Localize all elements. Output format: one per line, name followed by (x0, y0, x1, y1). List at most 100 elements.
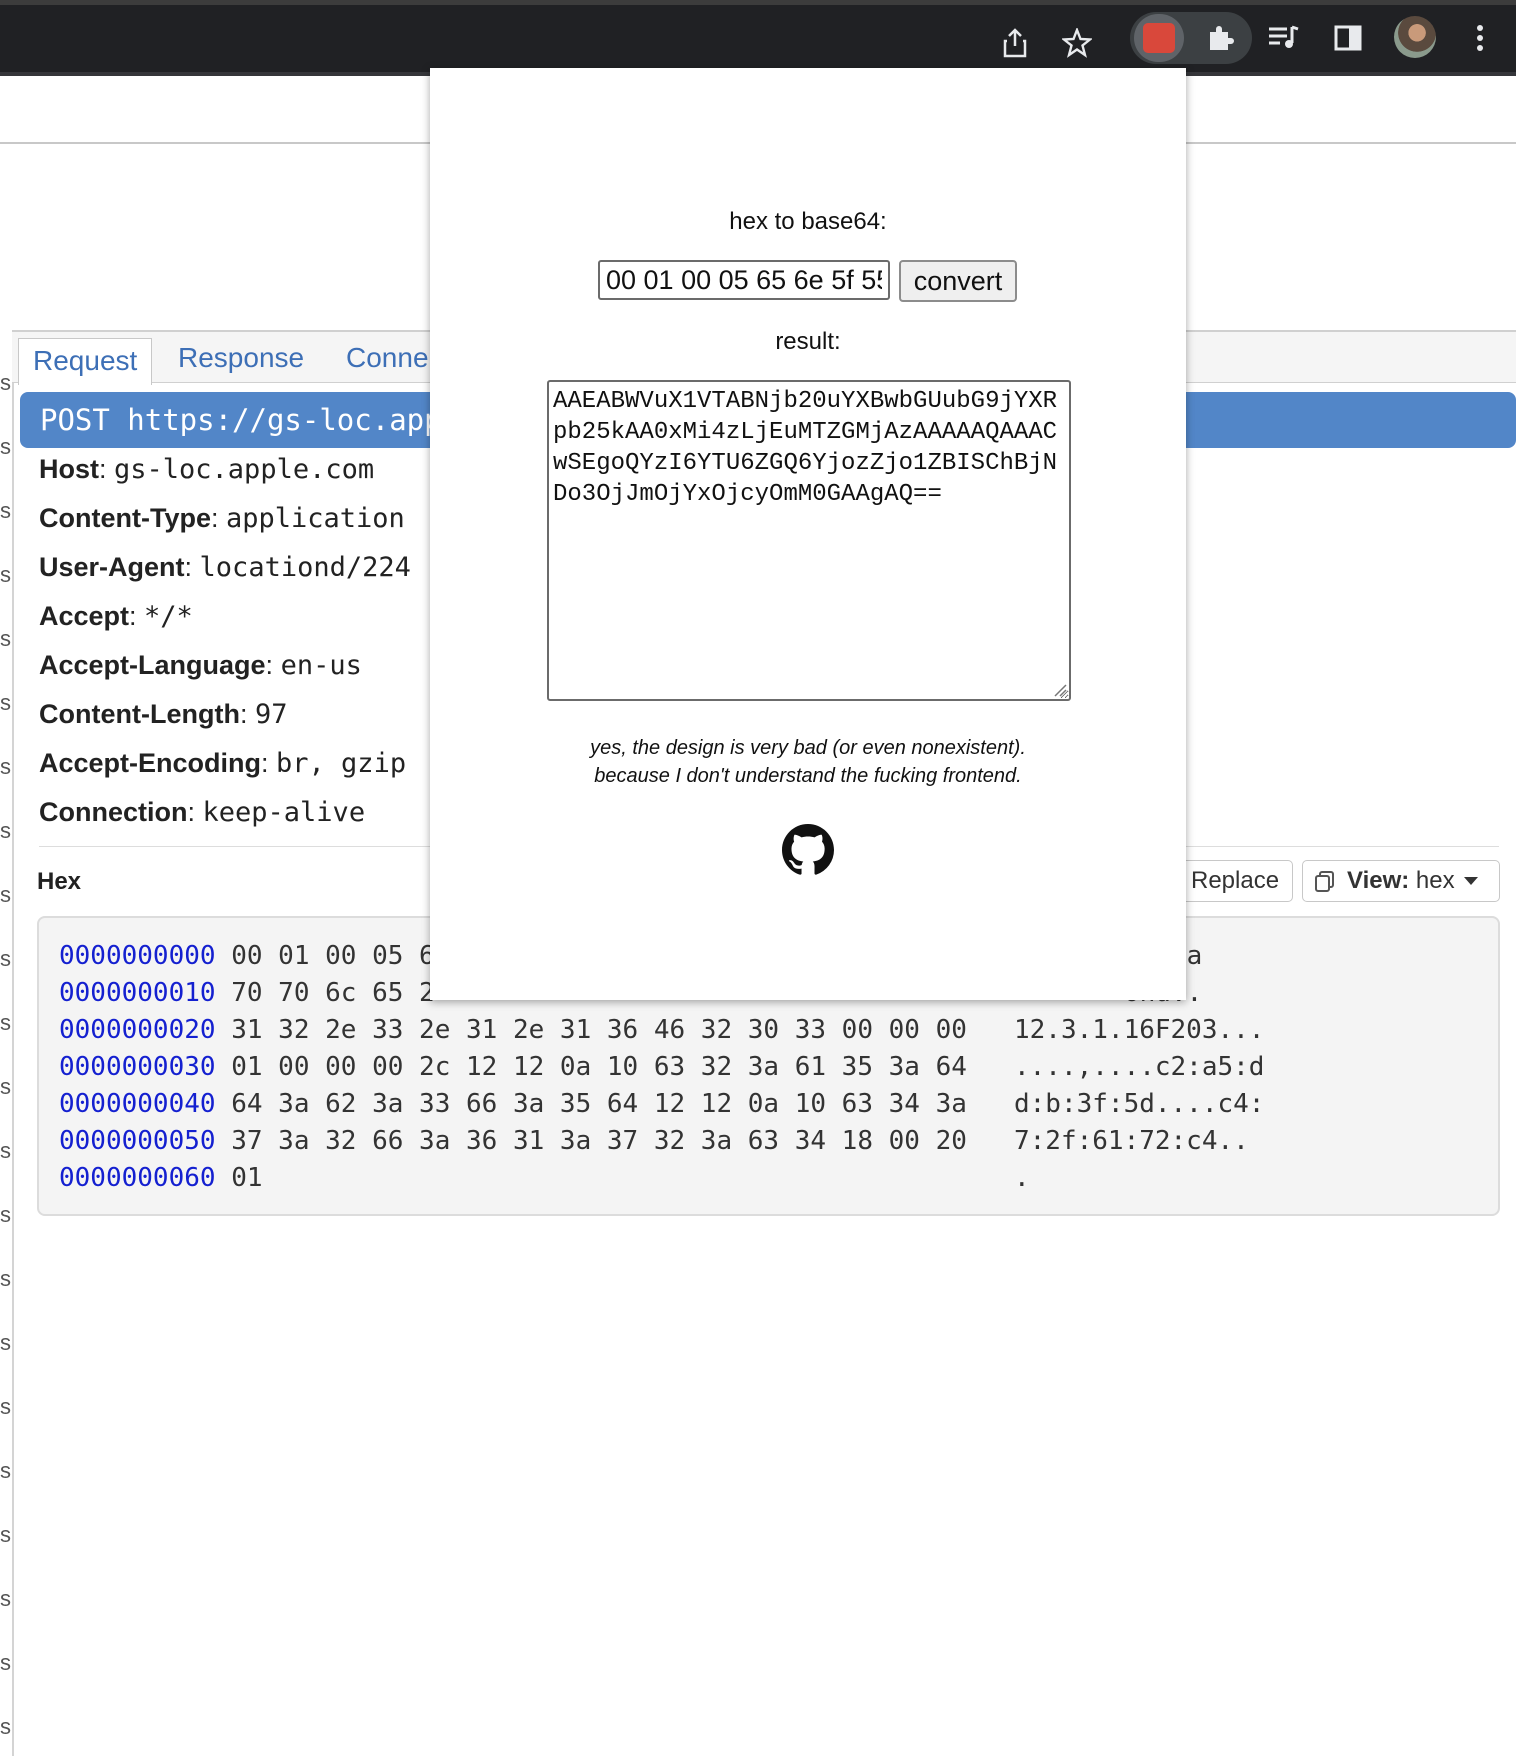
list-edge-glyph: s (0, 1010, 11, 1035)
side-panel-icon[interactable] (1328, 18, 1368, 58)
puzzle-icon[interactable] (1200, 18, 1240, 58)
list-edge-glyph: s (0, 1650, 11, 1675)
hex-row: 0000000060 01 (59, 1160, 263, 1196)
left-list-strip: s s s s s s s s s s s s s s s s s s s s … (0, 330, 14, 1756)
hex-ascii: d:b:3f:5d....c4: (1014, 1089, 1265, 1119)
disclaimer-note: yes, the design is very bad (or even non… (430, 734, 1186, 790)
extension-popup: hex to base64: convert result: AAEABWVuX… (430, 68, 1186, 1000)
view-mode-dropdown[interactable]: View: hex (1302, 860, 1500, 902)
note-line: yes, the design is very bad (or even non… (590, 737, 1026, 759)
hex-ascii: . (1014, 1163, 1030, 1193)
github-icon[interactable] (782, 824, 834, 876)
hex-offset: 0000000020 (59, 1015, 216, 1045)
list-edge-glyph: s (0, 498, 11, 523)
hex-row: 0000000050 37 3a 32 66 3a 36 31 3a 37 32… (59, 1123, 967, 1159)
hex-bytes: 64 3a 62 3a 33 66 3a 35 64 12 12 0a 10 6… (231, 1089, 967, 1119)
header-row: Content-Length: 97 (39, 699, 288, 730)
header-value: br, gzip (276, 748, 407, 779)
hex-row: 0000000030 01 00 00 00 2c 12 12 0a 10 63… (59, 1049, 967, 1085)
header-value: keep-alive (202, 797, 366, 828)
header-row: User-Agent: locationd/224 (39, 552, 411, 583)
list-edge-glyph: s (0, 562, 11, 587)
hex-row: 0000000020 31 32 2e 33 2e 31 2e 31 36 46… (59, 1012, 967, 1048)
extension-red-button[interactable] (1134, 14, 1184, 62)
hex-ascii: 7:2f:61:72:c4.. (1014, 1126, 1249, 1156)
hex-input[interactable] (598, 260, 890, 300)
share-icon[interactable] (995, 23, 1035, 63)
hex-bytes: 70 70 6c 65 2 (231, 978, 435, 1008)
kebab-menu-icon[interactable] (1460, 18, 1500, 58)
tab-response[interactable]: Response (178, 342, 304, 374)
note-line: because I don't understand the fucking f… (594, 765, 1022, 787)
list-edge-glyph: s (0, 946, 11, 971)
list-edge-glyph: s (0, 690, 11, 715)
hex-bytes: 31 32 2e 33 2e 31 2e 31 36 46 32 30 33 0… (231, 1015, 967, 1045)
tab-request[interactable]: Request (18, 338, 153, 385)
hex-offset: 0000000000 (59, 941, 216, 971)
result-textarea[interactable]: AAEABWVuX1VTABNjb20uYXBwbGUubG9jYXRpb25k… (547, 380, 1071, 701)
hex-ascii: ....,....c2:a5:d (1014, 1052, 1265, 1082)
header-name: Accept (39, 601, 130, 631)
convert-button[interactable]: convert (899, 260, 1017, 302)
hex-offset: 0000000050 (59, 1126, 216, 1156)
hex-offset: 0000000040 (59, 1089, 216, 1119)
list-edge-glyph: s (0, 818, 11, 843)
header-row: Content-Type: application (39, 503, 405, 534)
list-edge-glyph: s (0, 1394, 11, 1419)
list-edge-glyph: s (0, 370, 11, 395)
hex-row: 0000000000 00 01 00 05 6 (59, 938, 435, 974)
header-name: User-Agent (39, 552, 185, 582)
media-queue-icon[interactable] (1264, 18, 1304, 58)
star-icon[interactable] (1057, 23, 1097, 63)
list-edge-glyph: s (0, 1266, 11, 1291)
extension-red-icon (1143, 23, 1175, 53)
header-value: en-us (280, 650, 362, 681)
avatar[interactable] (1394, 16, 1436, 58)
header-value: locationd/224 (199, 552, 411, 583)
hex-row: 0000000040 64 3a 62 3a 33 66 3a 35 64 12… (59, 1086, 967, 1122)
header-value: gs-loc.apple.com (114, 454, 375, 485)
list-edge-glyph: s (0, 434, 11, 459)
replace-label: Replace (1191, 867, 1280, 894)
hex-bytes: 00 01 00 05 6 (231, 941, 435, 971)
resize-grip-icon[interactable] (1053, 683, 1067, 697)
hex-row: 0000000010 70 70 6c 65 2 (59, 975, 435, 1011)
replace-button[interactable]: Replace (1180, 860, 1293, 902)
header-value: 97 (254, 699, 288, 730)
list-edge-glyph: s (0, 1522, 11, 1547)
hex-bytes: 01 (231, 1163, 263, 1193)
header-name: Accept-Language (39, 650, 266, 680)
header-name: Content-Type (39, 503, 211, 533)
header-name: Host (39, 454, 99, 484)
result-label: result: (775, 328, 841, 355)
view-label: View: (1347, 867, 1410, 894)
view-value: hex (1415, 867, 1455, 894)
list-edge-glyph: s (0, 1074, 11, 1099)
list-edge-glyph: s (0, 882, 11, 907)
header-name: Connection (39, 797, 188, 827)
list-edge-glyph: s (0, 754, 11, 779)
list-edge-glyph: s (0, 1202, 11, 1227)
header-row: Accept-Encoding: br, gzip (39, 748, 407, 779)
header-row: Accept: */* (39, 601, 193, 632)
header-row: Host: gs-loc.apple.com (39, 454, 375, 485)
header-name: Content-Length (39, 699, 240, 729)
list-edge-glyph: s (0, 1330, 11, 1355)
list-edge-glyph: s (0, 1714, 11, 1739)
hex-bytes: 01 00 00 00 2c 12 12 0a 10 63 32 3a 61 3… (231, 1052, 967, 1082)
header-value: application (226, 503, 405, 534)
tab-connection[interactable]: Conne (346, 342, 429, 374)
caret-down-icon (1463, 877, 1478, 885)
popup-title: hex to base64: (729, 208, 887, 235)
result-text: AAEABWVuX1VTABNjb20uYXBwbGUubG9jYXRpb25k… (553, 388, 1058, 508)
list-edge-glyph: s (0, 1458, 11, 1483)
list-edge-glyph: s (0, 626, 11, 651)
hex-offset: 0000000010 (59, 978, 216, 1008)
copy-icon (1315, 871, 1334, 892)
list-edge-glyph: s (0, 1586, 11, 1611)
hex-bytes: 37 3a 32 66 3a 36 31 3a 37 32 3a 63 34 1… (231, 1126, 967, 1156)
list-edge-glyph: s (0, 1138, 11, 1163)
hex-section-label: Hex (37, 868, 82, 895)
hex-offset: 0000000030 (59, 1052, 216, 1082)
header-name: Accept-Encoding (39, 748, 262, 778)
